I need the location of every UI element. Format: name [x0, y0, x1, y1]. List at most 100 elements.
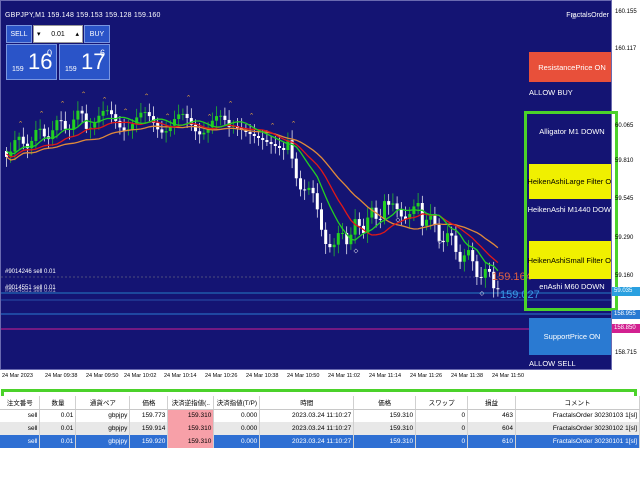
sell-button[interactable]: SELL [6, 25, 32, 43]
candle-body [399, 209, 403, 217]
price-axis-label: 160.117 [615, 46, 637, 52]
column-header[interactable]: 通貨ペア [75, 396, 131, 410]
candle-body [471, 250, 475, 262]
candle-body [282, 148, 286, 150]
ask-price-point: 6 [100, 48, 106, 58]
time-axis-label: 24 Mar 11:14 [369, 373, 402, 379]
lot-size-value: 0.01 [51, 30, 65, 38]
column-header[interactable]: 決済逆指値(.. [167, 396, 215, 410]
time-axis-label: 24 Mar 10:26 [205, 373, 238, 379]
order-lots: 0.01 [39, 409, 77, 422]
order-profit: 604 [467, 422, 516, 435]
candle-body [315, 193, 319, 210]
time-axis-label: 24 Mar 10:02 [124, 373, 157, 379]
candle-body [332, 244, 336, 248]
candle-body [80, 110, 84, 114]
price-axis-label: 59.810 [615, 158, 634, 164]
price-axis-label: 158.715 [615, 350, 637, 356]
candle-body [299, 178, 302, 190]
candle-body [278, 146, 281, 148]
bid-price-button[interactable]: 159 16 0 [6, 44, 57, 80]
order-time: 2023.03.24 11:10:27 [259, 435, 355, 448]
column-header[interactable]: 時間 [259, 396, 355, 410]
column-header[interactable]: 注文番号 [0, 396, 41, 410]
candle-body [164, 131, 168, 133]
candle-body [223, 115, 227, 120]
column-header[interactable]: 価格 [129, 396, 169, 410]
fractal-up-marker: ⌃ [186, 94, 192, 102]
chevron-up-icon[interactable]: ▴ [75, 30, 79, 38]
order-stop-loss: 159.310 [167, 422, 215, 435]
candle-body [294, 158, 298, 179]
orders-table: 注文番号 数量 通貨ペア 価格 決済逆指値(.. 決済指値(T/P) 時間 価格… [0, 396, 640, 448]
candle-body [59, 120, 63, 122]
buy-button[interactable]: BUY [84, 25, 110, 43]
candle-body [391, 203, 395, 205]
candle-body [357, 219, 361, 226]
time-axis-label: 24 Mar 11:50 [492, 373, 525, 379]
order-stop-loss: 159.310 [167, 435, 215, 448]
slow-moving-average-line [6, 125, 499, 249]
column-header[interactable]: 数量 [39, 396, 77, 410]
fractal-down-marker: ◇ [438, 238, 443, 245]
order-swap: 0 [415, 409, 469, 422]
candle-body [311, 187, 315, 194]
candle-body [336, 233, 340, 245]
table-header-row: 注文番号 数量 通貨ペア 価格 決済逆指値(.. 決済指値(T/P) 時間 価格… [0, 396, 640, 410]
candle-body [320, 209, 323, 230]
candle-body [38, 128, 42, 130]
candle-body [425, 219, 428, 226]
candle-body [21, 136, 25, 144]
time-axis-label: 24 Mar 11:38 [451, 373, 484, 379]
candle-body [341, 232, 344, 234]
order-take-profit: 0.000 [213, 409, 261, 422]
candle-body [252, 134, 256, 136]
candle-body [101, 110, 105, 116]
table-row[interactable]: sell 0.01 gbpjpy 159.773 159.310 0.000 2… [0, 409, 640, 422]
price-chart[interactable]: ⌃ ⌃ ⌃ ⌃ ⌃ ⌃ ⌃ ⌃ ⌃ ⌃ ⌃ ⌃ ⌃ ⌃ ◇ ◇ ◇ ◇ GBPJPY,M1 159.148 159… [0, 0, 612, 370]
fractal-up-marker: ⌃ [60, 100, 66, 108]
candle-body [261, 138, 265, 140]
candle-body [387, 201, 391, 205]
time-axis-label: 24 Mar 10:14 [164, 373, 197, 379]
candle-body [303, 189, 307, 191]
current-price-tag: 59.035 [612, 287, 640, 296]
ask-price-button[interactable]: 159 17 6 [59, 44, 110, 80]
column-header[interactable]: 決済指値(T/P) [213, 396, 261, 410]
column-header[interactable]: コメント [515, 396, 640, 410]
candle-body [26, 143, 29, 149]
candle-body [177, 114, 181, 120]
resistance-price-status: ResistancePrice ON [529, 52, 611, 82]
order-comment: FractalsOrder 30230101 1[sl] [515, 435, 640, 448]
table-row-selected[interactable]: sell 0.01 gbpjpy 159.920 159.310 0.000 2… [0, 435, 640, 448]
lot-size-field[interactable]: ▾ 0.01 ▴ [33, 25, 83, 43]
candle-body [105, 110, 109, 112]
alligator-jaw-line [6, 120, 499, 264]
fractal-down-marker: ◇ [396, 216, 401, 223]
order-swap: 0 [415, 435, 469, 448]
candle-body [467, 250, 470, 256]
order-price: 159.310 [353, 435, 417, 448]
column-header[interactable]: 価格 [353, 396, 417, 410]
column-header[interactable]: 損益 [467, 396, 516, 410]
time-axis-label: 24 Mar 11:26 [410, 373, 443, 379]
candle-body [324, 229, 328, 244]
allow-sell-label: ALLOW SELL [529, 358, 576, 368]
time-axis-label: 24 Mar 11:02 [328, 373, 361, 379]
order-type: sell [0, 435, 41, 448]
price-axis-label: 60.065 [615, 123, 634, 129]
column-header[interactable]: スワップ [415, 396, 469, 410]
order-profit: 463 [467, 409, 516, 422]
fractal-up-marker: ⌃ [165, 113, 171, 121]
fractal-up-marker: ⌃ [144, 93, 150, 101]
fractal-up-marker: ⌃ [249, 112, 255, 120]
chevron-down-icon[interactable]: ▾ [37, 30, 41, 38]
candle-body [454, 235, 458, 252]
table-row[interactable]: sell 0.01 gbpjpy 159.914 159.310 0.000 2… [0, 422, 640, 435]
price-axis-label: 59.290 [615, 235, 634, 241]
order-profit: 610 [467, 435, 516, 448]
order-open-price: 159.773 [129, 409, 169, 422]
price-axis-label: 59.160 [615, 273, 634, 279]
fractal-up-marker: ⌃ [39, 110, 45, 118]
order-swap: 0 [415, 422, 469, 435]
